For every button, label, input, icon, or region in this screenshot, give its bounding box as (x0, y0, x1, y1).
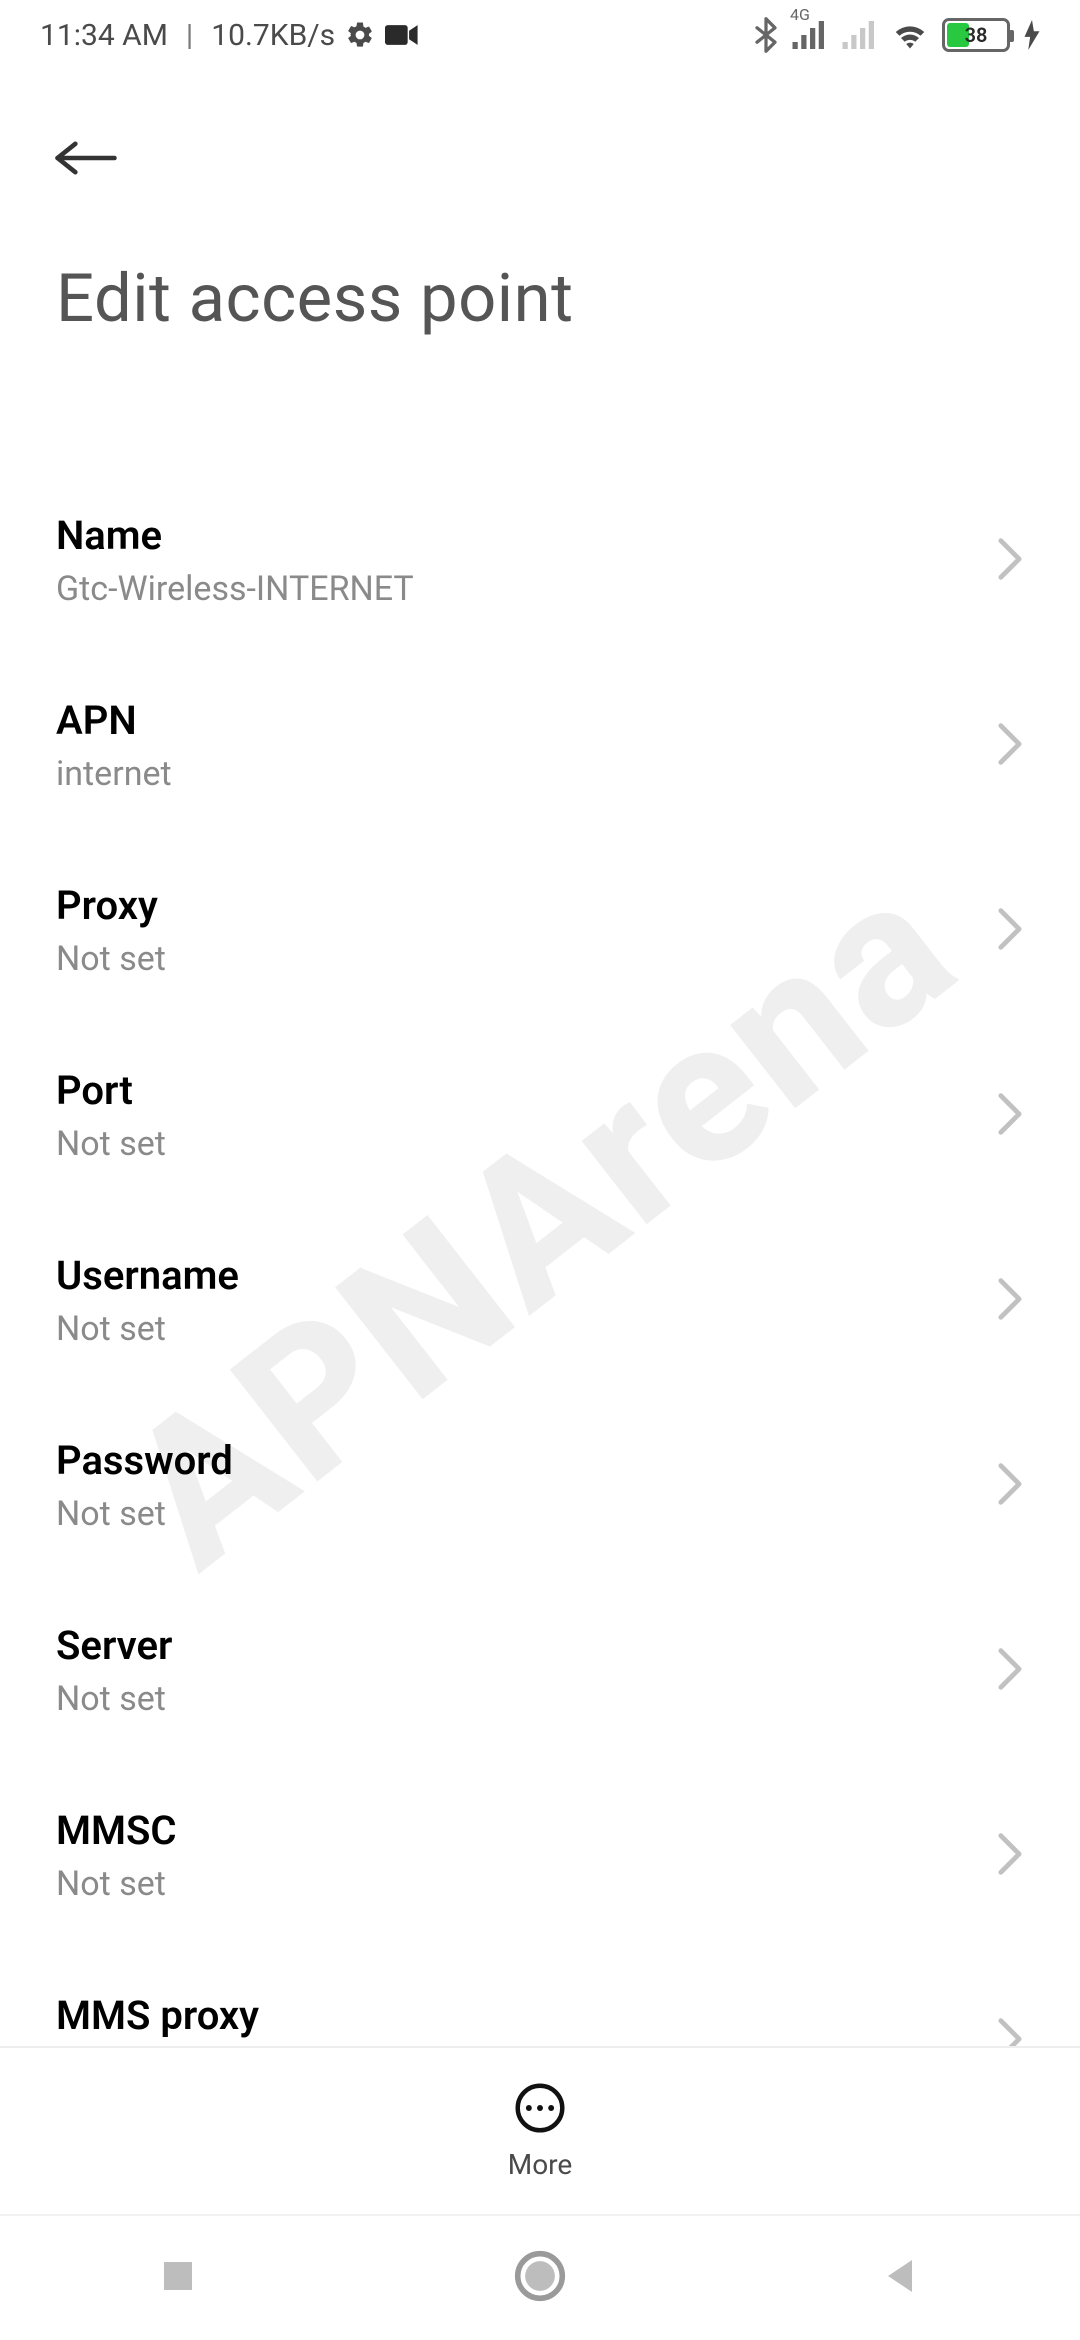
row-title: Username (56, 1252, 239, 1299)
setting-row-port[interactable]: Port Not set (56, 1023, 1024, 1208)
more-label: More (508, 2148, 573, 2181)
battery-text: 38 (945, 21, 1007, 49)
status-time: 11:34 AM (40, 18, 168, 53)
row-title: MMSC (56, 1807, 177, 1854)
row-title: Name (56, 512, 414, 559)
gear-icon (345, 20, 375, 50)
chevron-right-icon (996, 1277, 1024, 1325)
recents-button[interactable] (158, 2256, 198, 2300)
row-labels: MMSC Not set (56, 1807, 177, 1904)
battery-icon: 38 (942, 18, 1010, 52)
chevron-right-icon (996, 1092, 1024, 1140)
row-title: Proxy (56, 882, 166, 929)
setting-row-mmsc[interactable]: MMSC Not set (56, 1763, 1024, 1948)
bottom-action-bar: More (0, 2046, 1080, 2216)
row-labels: Port Not set (56, 1067, 166, 1164)
setting-row-apn[interactable]: APN internet (56, 653, 1024, 838)
row-value: Not set (56, 1309, 239, 1349)
back-nav-button[interactable] (882, 2256, 922, 2300)
row-value: internet (56, 754, 172, 794)
system-nav-bar (0, 2216, 1080, 2340)
setting-row-name[interactable]: Name Gtc-Wireless-INTERNET (56, 468, 1024, 653)
row-value: Not set (56, 1864, 177, 1904)
more-button[interactable]: More (508, 2082, 573, 2181)
row-value: Gtc-Wireless-INTERNET (56, 569, 414, 609)
row-labels: APN internet (56, 697, 172, 794)
row-labels: Proxy Not set (56, 882, 166, 979)
more-icon (514, 2082, 566, 2138)
chevron-right-icon (996, 537, 1024, 585)
svg-text:x: x (869, 45, 877, 50)
camera-icon (385, 23, 419, 47)
setting-row-username[interactable]: Username Not set (56, 1208, 1024, 1393)
bluetooth-icon (754, 17, 778, 53)
status-speed: 10.7KB/s (211, 18, 335, 53)
row-title: APN (56, 697, 172, 744)
app-bar: Edit access point (0, 70, 1080, 338)
status-separator: | (186, 18, 193, 53)
wifi-icon (892, 21, 928, 49)
row-title: Password (56, 1437, 233, 1484)
page-title: Edit access point (56, 260, 1024, 338)
signal-none-icon: x (842, 21, 878, 49)
row-labels: Username Not set (56, 1252, 239, 1349)
charging-icon (1024, 20, 1040, 50)
status-right: 4G x 38 (754, 17, 1040, 53)
row-value: Not set (56, 939, 166, 979)
chevron-right-icon (996, 1647, 1024, 1695)
chevron-right-icon (996, 722, 1024, 770)
row-labels: Name Gtc-Wireless-INTERNET (56, 512, 414, 609)
settings-list[interactable]: Name Gtc-Wireless-INTERNET APN internet Prox… (0, 468, 1080, 2188)
row-value: Not set (56, 1494, 233, 1534)
home-button[interactable] (514, 2250, 566, 2306)
setting-row-server[interactable]: Server Not set (56, 1578, 1024, 1763)
network-tag: 4G (790, 5, 810, 24)
arrow-left-icon (54, 138, 118, 182)
back-button[interactable] (56, 130, 116, 190)
chevron-right-icon (996, 1832, 1024, 1880)
chevron-right-icon (996, 1462, 1024, 1510)
row-title: MMS proxy (56, 1992, 259, 2039)
signal-4g-icon: 4G (792, 21, 828, 49)
setting-row-password[interactable]: Password Not set (56, 1393, 1024, 1578)
row-value: Not set (56, 1679, 172, 1719)
row-labels: Server Not set (56, 1622, 172, 1719)
chevron-right-icon (996, 907, 1024, 955)
row-title: Server (56, 1622, 172, 1669)
status-left: 11:34 AM | 10.7KB/s (40, 18, 419, 53)
setting-row-proxy[interactable]: Proxy Not set (56, 838, 1024, 1023)
status-bar: 11:34 AM | 10.7KB/s 4G x 38 (0, 0, 1080, 70)
row-value: Not set (56, 1124, 166, 1164)
row-title: Port (56, 1067, 166, 1114)
row-labels: Password Not set (56, 1437, 233, 1534)
